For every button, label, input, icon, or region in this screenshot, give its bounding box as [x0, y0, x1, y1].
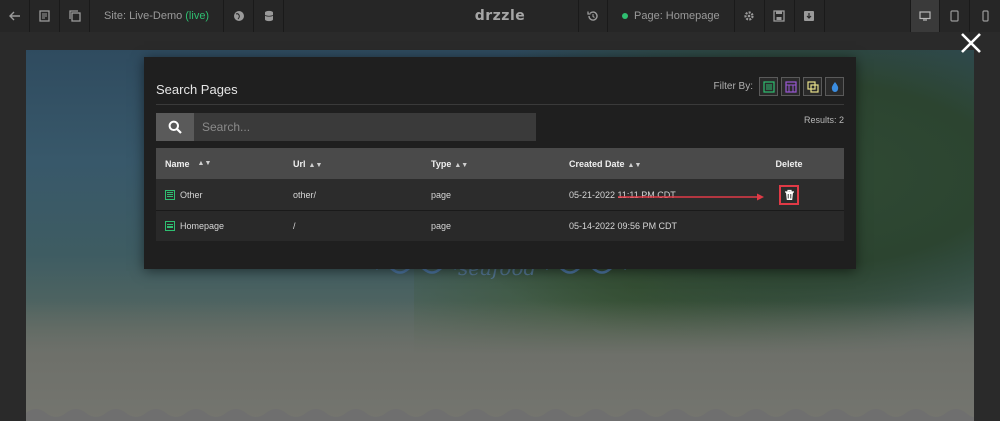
table-header: Name ▲▼ Url ▲▼ Type ▲▼ Created Date ▲▼ Delet… — [156, 148, 844, 179]
wave-border-icon — [26, 409, 974, 421]
tablet-view-icon[interactable] — [940, 0, 970, 32]
history-icon[interactable] — [578, 0, 608, 32]
page-icon — [165, 189, 175, 200]
page-label: Page: Homepage — [634, 10, 720, 22]
filter-page-button[interactable] — [759, 77, 778, 96]
publish-icon[interactable] — [795, 0, 825, 32]
trash-icon — [784, 189, 794, 200]
globe-icon[interactable] — [224, 0, 255, 32]
filter-template-button[interactable] — [781, 77, 800, 96]
divider — [156, 104, 844, 105]
page-name[interactable]: Other — [180, 190, 203, 200]
back-arrow-icon[interactable] — [0, 0, 30, 32]
filter-copy-button[interactable] — [803, 77, 822, 96]
column-header-delete: Delete — [775, 158, 803, 169]
copy-icon[interactable] — [60, 0, 90, 32]
save-icon[interactable] — [765, 0, 795, 32]
annotation-arrow-icon — [618, 193, 764, 201]
search-icon — [168, 120, 182, 134]
results-count: Results: 2 — [803, 115, 844, 125]
template-icon — [784, 80, 797, 93]
delete-button[interactable] — [779, 184, 799, 205]
sort-icon: ▲▼ — [197, 160, 212, 167]
drop-icon — [831, 81, 838, 92]
app-logo: drzzle — [474, 8, 526, 24]
desktop-view-icon[interactable] — [910, 0, 940, 32]
sort-icon: ▲▼ — [627, 161, 642, 169]
gear-icon[interactable] — [735, 0, 765, 32]
database-icon[interactable] — [254, 0, 285, 32]
search-pages-modal: Search Pages Filter By: Results: 2 Name▲… — [144, 57, 856, 269]
page-created-date: 05-14-2022 09:56 PM CDT — [569, 221, 678, 231]
top-toolbar: Site: Live-Demo (live) drzzle Page: Home… — [0, 0, 1000, 32]
page-url: other/ — [293, 189, 317, 200]
page-name[interactable]: Homepage — [180, 221, 224, 231]
sort-icon: ▲▼ — [454, 161, 469, 169]
page-url: / — [293, 221, 296, 231]
copy-icon — [806, 80, 819, 93]
column-header-name[interactable]: Name ▲▼ — [156, 159, 293, 169]
site-indicator[interactable]: Site: Live-Demo (live) — [90, 0, 225, 32]
mobile-view-icon[interactable] — [970, 0, 1000, 32]
search-button[interactable] — [156, 113, 194, 141]
site-status: (live) — [185, 10, 210, 22]
sort-icon: ▲▼ — [308, 161, 323, 169]
site-name: Site: Live-Demo — [104, 10, 183, 22]
page-icon — [762, 80, 775, 93]
modal-title: Search Pages — [156, 82, 238, 97]
search-input[interactable] — [194, 113, 536, 141]
search-bar — [156, 113, 536, 141]
close-icon[interactable] — [958, 30, 984, 56]
column-header-type[interactable]: Type ▲▼ — [431, 159, 569, 169]
page-type: page — [431, 189, 452, 200]
status-dot-icon — [622, 13, 628, 19]
page-selector[interactable]: Page: Homepage — [608, 0, 735, 32]
filter-bar: Filter By: — [714, 77, 844, 96]
column-header-url[interactable]: Url ▲▼ — [293, 159, 431, 169]
column-header-created-date[interactable]: Created Date ▲▼ — [569, 159, 734, 169]
beach-image — [26, 301, 974, 421]
table-row[interactable]: Homepage / page 05-14-2022 09:56 PM CDT — [156, 210, 844, 241]
pages-icon[interactable] — [30, 0, 60, 32]
page-icon — [165, 221, 175, 231]
page-type: page — [431, 221, 452, 231]
filter-label: Filter By: — [713, 81, 753, 92]
filter-drop-button[interactable] — [825, 77, 844, 96]
